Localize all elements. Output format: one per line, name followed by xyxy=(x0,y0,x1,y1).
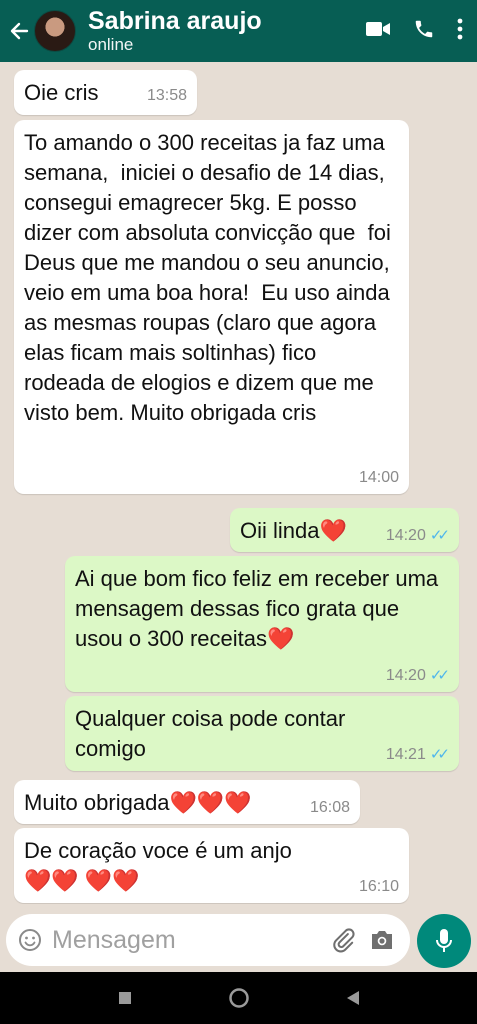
mic-icon xyxy=(436,929,452,952)
more-options-button[interactable] xyxy=(457,18,463,45)
camera-icon xyxy=(372,931,392,949)
back-button[interactable] xyxy=(6,21,32,41)
message-time: 14:00 xyxy=(358,469,399,486)
message-time: 14:21 xyxy=(385,746,426,763)
avatar[interactable] xyxy=(34,10,76,52)
attach-button[interactable] xyxy=(330,927,356,953)
message-time: 14:20 xyxy=(385,667,426,684)
recent-apps-button[interactable] xyxy=(118,991,132,1005)
circle-icon xyxy=(228,988,249,1008)
triangle-back-icon xyxy=(346,991,359,1005)
contact-info[interactable]: Sabrina araujo online xyxy=(88,7,262,55)
emoji-icon xyxy=(19,929,41,951)
message-text: De coração voce é um anjo ❤️❤️ ❤️❤️ xyxy=(24,838,298,893)
contact-status: online xyxy=(88,35,134,54)
message-input-container[interactable] xyxy=(6,914,410,966)
arrow-back-icon xyxy=(10,22,29,40)
message-time: 16:08 xyxy=(309,799,350,816)
system-nav-bar xyxy=(0,972,477,1024)
message-text: Qualquer coisa pode contar comigo xyxy=(75,706,352,761)
more-vert-icon xyxy=(457,18,463,39)
back-nav-button[interactable] xyxy=(346,990,360,1006)
message-time: 13:58 xyxy=(146,87,187,104)
message-text: Muito obrigada❤️❤️❤️ xyxy=(24,790,252,815)
message-text: To amando o 300 receitas ja faz uma sema… xyxy=(24,130,397,425)
mic-button[interactable] xyxy=(417,914,471,968)
message-text: Ai que bom fico feliz em receber uma men… xyxy=(75,566,445,651)
contact-name: Sabrina araujo xyxy=(88,7,262,35)
message-bubble-incoming[interactable]: To amando o 300 receitas ja faz uma sema… xyxy=(14,120,409,494)
voice-call-button[interactable] xyxy=(413,18,435,45)
square-icon xyxy=(118,992,131,1004)
message-bubble-incoming[interactable]: De coração voce é um anjo ❤️❤️ ❤️❤️ 16:1… xyxy=(14,828,409,903)
message-bubble-outgoing[interactable]: Qualquer coisa pode contar comigo 14:21 ✓… xyxy=(65,696,459,771)
message-bubble-incoming[interactable]: Oie cris 13:58 xyxy=(14,70,197,115)
double-check-icon: ✓✓ xyxy=(429,527,450,544)
message-time: 16:10 xyxy=(358,878,399,895)
video-call-button[interactable] xyxy=(365,20,391,43)
message-list[interactable]: Oie cris 13:58 To amando o 300 receitas … xyxy=(0,62,477,904)
composer-bar xyxy=(0,904,477,972)
message-bubble-outgoing[interactable]: Oii linda❤️ 14:20 ✓✓ xyxy=(230,508,459,552)
camera-button[interactable] xyxy=(370,929,394,951)
emoji-button[interactable] xyxy=(18,928,42,952)
home-button[interactable] xyxy=(228,987,250,1009)
chat-header: Sabrina araujo online xyxy=(0,0,477,62)
message-bubble-outgoing[interactable]: Ai que bom fico feliz em receber uma men… xyxy=(65,556,459,692)
message-bubble-incoming[interactable]: Muito obrigada❤️❤️❤️ 16:08 xyxy=(14,780,360,824)
message-time: 14:20 xyxy=(385,527,426,544)
phone-icon xyxy=(415,20,433,37)
double-check-icon: ✓✓ xyxy=(429,667,450,684)
paperclip-icon xyxy=(333,928,355,953)
message-input[interactable] xyxy=(50,924,324,956)
video-call-icon xyxy=(366,21,390,36)
double-check-icon: ✓✓ xyxy=(429,746,450,763)
